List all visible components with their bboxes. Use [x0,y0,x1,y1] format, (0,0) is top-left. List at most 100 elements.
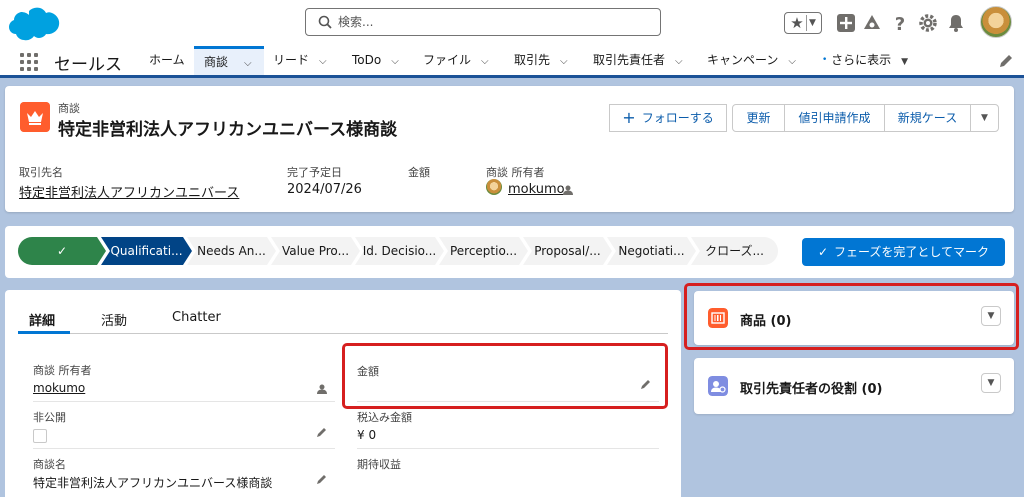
discount-request-button[interactable]: 値引申請作成 [784,104,885,132]
contact-roles-title[interactable]: 取引先責任者の役割 (0) [740,378,882,397]
owner-field-label: 商談 所有者 [33,364,92,377]
owner-field-link[interactable]: mokumo [33,381,85,395]
nav-item-contacts[interactable]: 取引先責任者 ⌵ [593,46,683,75]
nav-item-label: ホーム [149,53,185,67]
path-stage-label: クローズ... [705,244,764,258]
record-title: 特定非営利法人アフリカンユニバース様商談 [58,120,398,140]
follow-label: フォローする [641,111,714,125]
chevron-down-icon[interactable]: ⌵ [319,47,327,76]
nav-item-label: ToDo [352,53,382,67]
tax-amount-value: ¥ 0 [357,428,377,442]
chevron-down-icon[interactable]: ⌵ [560,47,568,76]
check-icon: ✓ [817,245,828,259]
global-search[interactable] [305,8,661,36]
favorites-button[interactable]: ★ ▼ [784,12,822,34]
path-stage[interactable]: Negotiati... [607,237,696,265]
nav-item-home[interactable]: ホーム [149,46,185,75]
opportunity-name-label: 商談名 [33,458,66,471]
bullet-icon: • [822,55,828,65]
nav-item-more[interactable]: • さらに表示 ▼ [822,46,908,75]
chevron-down-icon[interactable]: ⌵ [788,47,796,76]
refresh-button[interactable]: 更新 [732,104,785,132]
contact-role-icon [708,376,728,396]
path-stage-current[interactable]: Qualificati... [101,237,192,265]
tab-chatter[interactable]: Chatter [172,310,221,325]
highlight-box-amount [342,343,668,409]
star-icon: ★ [790,14,804,32]
tab-details[interactable]: 詳細 [29,310,55,329]
divider [806,15,807,31]
app-name: セールス [54,55,122,75]
path-stage-completed[interactable]: ✓ [18,237,106,265]
close-date-value: 2024/07/26 [287,182,362,197]
private-checkbox[interactable] [33,429,47,443]
path-stage[interactable]: Value Pro... [271,237,360,265]
related-list-contact-roles: 取引先責任者の役割 (0) ▼ [694,358,1014,414]
tax-amount-label: 税込み金額 [357,411,412,424]
amount-label: 金額 [408,166,430,179]
chevron-down-icon[interactable]: ⌵ [391,47,399,76]
path-stage-label: Needs An... [197,244,266,258]
chevron-down-icon[interactable]: ⌵ [481,47,489,76]
chevron-down-icon[interactable]: ⌵ [244,51,252,77]
account-name-link[interactable]: 特定非営利法人アフリカンユニバース [19,182,239,201]
nav-item-label: リード [273,53,310,67]
nav-item-leads[interactable]: リード ⌵ [273,46,327,75]
path-stage-label: Negotiati... [618,244,685,258]
close-date-label: 完了予定日 [287,166,342,179]
plus-icon[interactable] [836,13,856,33]
follow-button[interactable]: + フォローする [609,104,727,132]
mark-stage-complete-button[interactable]: ✓ フェーズを完了としてマーク [802,238,1005,266]
check-icon: ✓ [56,244,68,258]
search-icon [318,15,332,29]
edit-pencil-icon[interactable] [998,53,1014,69]
path-stage-label: Value Pro... [281,244,350,258]
chevron-down-icon[interactable]: ▼ [981,373,1001,393]
nav-item-opportunities[interactable]: 商談 ⌵ [194,46,264,75]
field-divider [33,401,335,402]
owner-change-icon[interactable] [562,184,574,196]
record-detail-panel: 詳細 活動 Chatter 商談 所有者 mokumo 非公開 商談名 特定非営… [5,290,681,497]
svg-text:?: ? [895,14,905,33]
nav-item-todo[interactable]: ToDo ⌵ [352,46,399,75]
path-stage-label: Qualificati... [110,244,183,258]
trailhead-icon[interactable] [862,13,882,33]
opportunity-name-value: 特定非営利法人アフリカンユニバース様商談 [33,476,273,490]
nav-item-label: ファイル [423,53,472,67]
field-divider [357,448,659,449]
account-name-label: 取引先名 [19,166,63,179]
active-tab-indicator [18,331,70,334]
path-stage[interactable]: Proposal/... [523,237,612,265]
nav-item-label: キャンペーン [707,53,779,67]
owner-label: 商談 所有者 [486,166,545,179]
sales-path: ✓ Qualificati... Needs An... Value Pro..… [5,226,1014,278]
nav-item-campaigns[interactable]: キャンペーン ⌵ [707,46,796,75]
chevron-down-icon[interactable]: ▼ [901,48,908,77]
edit-pencil-icon[interactable] [316,426,328,438]
path-stage[interactable]: Id. Decisio... [355,237,444,265]
nav-item-files[interactable]: ファイル ⌵ [423,46,489,75]
global-header: ★ ▼ ? [0,0,1024,46]
new-case-button[interactable]: 新規ケース [884,104,971,132]
user-avatar[interactable] [980,6,1012,38]
edit-pencil-icon[interactable] [316,473,328,485]
owner-link[interactable]: mokumo [508,182,565,197]
tab-activity[interactable]: 活動 [101,310,127,329]
salesforce-cloud-icon[interactable] [8,6,60,42]
help-icon[interactable]: ? [890,13,910,33]
nav-item-accounts[interactable]: 取引先 ⌵ [514,46,568,75]
more-actions-button[interactable]: ▼ [970,104,999,132]
gear-icon[interactable] [918,13,938,33]
crown-icon [20,102,50,132]
waffle-icon[interactable] [20,53,38,71]
bell-icon[interactable] [946,13,966,33]
private-field-label: 非公開 [33,411,66,424]
path-stage[interactable]: Needs An... [187,237,276,265]
path-stage[interactable]: クローズ... [691,237,778,265]
path-stage[interactable]: Perceptio... [439,237,528,265]
search-input[interactable] [338,11,648,33]
path-stage-label: Id. Decisio... [362,244,437,258]
chevron-down-icon[interactable]: ⌵ [675,47,683,76]
owner-change-icon[interactable] [316,383,328,395]
chevron-down-icon[interactable]: ▼ [809,14,816,32]
